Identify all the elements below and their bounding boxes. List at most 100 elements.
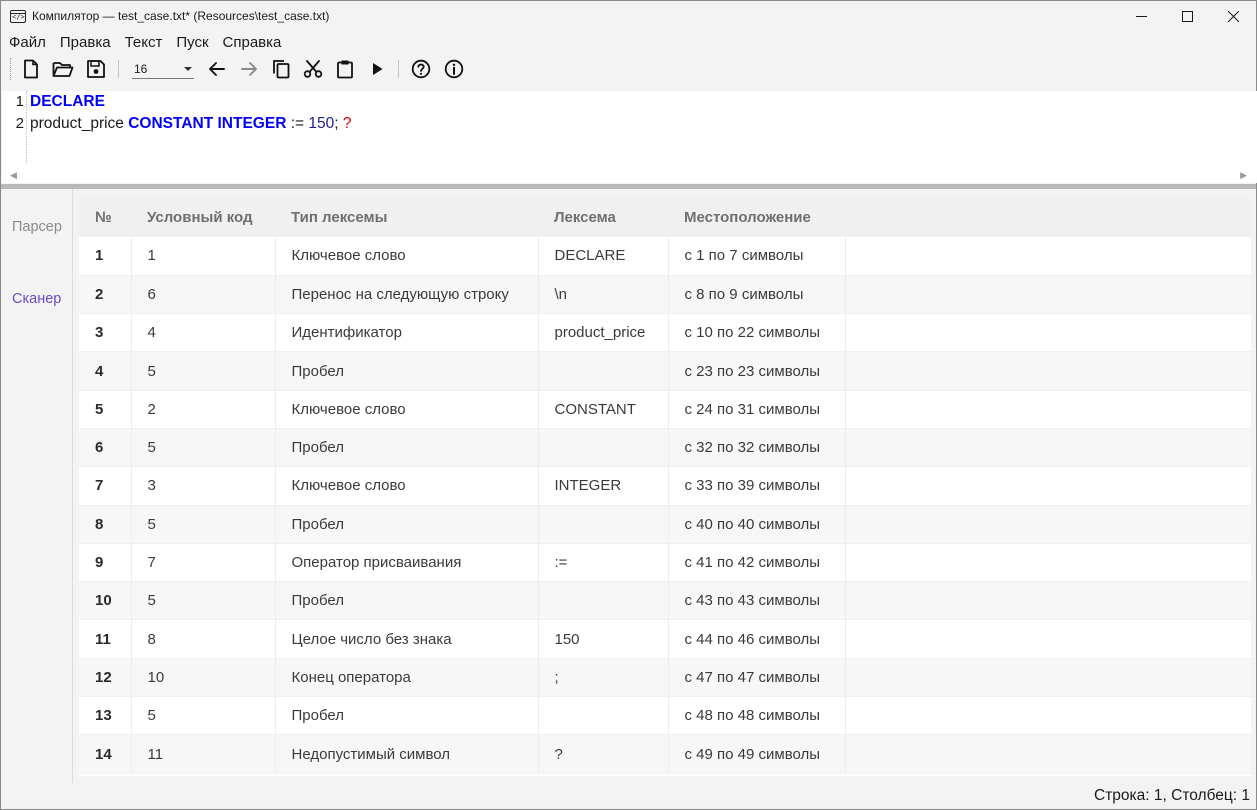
close-button[interactable] <box>1210 1 1256 31</box>
font-size-select[interactable]: 16 <box>132 59 194 79</box>
cell-number: 10 <box>79 581 132 621</box>
cell-code: 1 <box>131 237 276 276</box>
info-button[interactable] <box>442 57 466 81</box>
cell-filler <box>845 505 1251 544</box>
column-header-type[interactable]: Тип лексемы <box>275 198 538 237</box>
table-row[interactable]: 11 8 Целое число без знака 150 с 44 по 46 си… <box>79 619 1251 659</box>
tokens-table: № Условный код Тип лексемы Лексема Место… <box>79 198 1251 774</box>
table-row[interactable]: 2 6 Перенос на следующую строку \n с 8 по 9 … <box>79 275 1251 315</box>
cell-code: 2 <box>131 390 276 429</box>
cell-lexeme: INTEGER <box>538 466 669 506</box>
cell-type: Пробел <box>275 581 539 621</box>
scroll-left-icon[interactable]: ◀ <box>10 170 17 180</box>
cell-number: 4 <box>79 351 132 391</box>
cell-number: 6 <box>79 428 132 468</box>
title-bar: Компилятор — test_case.txt* (Resources\t… <box>1 1 1256 31</box>
cell-code: 6 <box>131 275 276 315</box>
toolbar-separator <box>398 60 399 78</box>
column-header-code[interactable]: Условный код <box>131 198 275 237</box>
save-button[interactable] <box>84 57 108 81</box>
cell-filler <box>845 619 1251 659</box>
keyword-token: CONSTANT INTEGER <box>128 115 287 132</box>
line-number: 1 <box>15 93 24 110</box>
table-row[interactable]: 3 4 Идентификатор product_price с 10 по 22 с… <box>79 313 1251 353</box>
cell-number: 3 <box>79 313 132 353</box>
close-icon <box>1227 10 1239 22</box>
cell-code: 5 <box>131 505 276 544</box>
line-number: 2 <box>15 115 24 132</box>
keyword-token: DECLARE <box>30 93 105 110</box>
table-row[interactable]: 12 10 Конец оператора; с 47 по 47 символы <box>79 658 1251 698</box>
cell-lexeme: DECLARE <box>538 237 669 276</box>
cell-location: с 47 по 47 символы <box>668 658 846 698</box>
cell-filler <box>845 581 1251 621</box>
column-header-location[interactable]: Местоположение <box>668 198 845 237</box>
cell-filler <box>845 734 1251 774</box>
cell-code: 5 <box>131 581 276 621</box>
menu-edit[interactable]: Правка <box>53 31 118 55</box>
cell-location: с 32 по 32 символы <box>668 428 846 468</box>
tab-scanner[interactable]: Сканер <box>12 291 61 307</box>
toolbar-grip[interactable] <box>10 58 12 80</box>
panel-splitter[interactable] <box>1 184 1256 189</box>
cell-location: с 49 по 49 символы <box>668 734 846 774</box>
menu-help[interactable]: Справка <box>216 31 289 55</box>
maximize-button[interactable] <box>1164 1 1210 31</box>
table-row[interactable]: 6 5 Пробел с 32 по 32 символы <box>79 428 1251 468</box>
code-editor[interactable]: 1 2 DECLARE product_price CONSTANT INTEG… <box>2 91 1257 183</box>
table-row[interactable]: 13 5 Пробел с 48 по 48 символы <box>79 696 1251 736</box>
save-icon <box>87 60 105 78</box>
table-row[interactable]: 9 7 Оператор присваивания:= с 41 по 42 симв… <box>79 543 1251 583</box>
window-title: Компилятор — test_case.txt* (Resources\t… <box>32 9 330 23</box>
table-row[interactable]: 4 5 Пробел с 23 по 23 символы <box>79 351 1251 391</box>
copy-button[interactable] <box>269 57 293 81</box>
help-button[interactable] <box>409 57 433 81</box>
menu-file[interactable]: Файл <box>2 31 53 55</box>
undo-button[interactable] <box>205 57 229 81</box>
cut-button[interactable] <box>301 57 325 81</box>
cell-lexeme: 150 <box>538 619 669 659</box>
table-row[interactable]: 1 1 Ключевое слово DECLARE с 1 по 7 символы <box>79 237 1251 276</box>
cell-filler <box>845 543 1251 583</box>
menu-run[interactable]: Пуск <box>169 31 215 55</box>
table-row[interactable]: 8 5 Пробел с 40 по 40 символы <box>79 505 1251 544</box>
number-token: 150 <box>308 115 335 132</box>
cell-type: Пробел <box>275 696 539 736</box>
table-row[interactable]: 14 11 Недопустимый символ? с 49 по 49 симво… <box>79 734 1251 774</box>
cell-filler <box>845 351 1251 391</box>
table-row[interactable]: 5 2 Ключевое слово CONSTANT с 24 по 31 симво… <box>79 390 1251 429</box>
line-number-gutter: 1 2 <box>2 91 27 163</box>
cell-code: 5 <box>131 696 276 736</box>
cell-type: Конец оператора <box>275 658 539 698</box>
redo-button[interactable] <box>237 57 261 81</box>
run-button[interactable] <box>365 57 389 81</box>
cell-type: Идентификатор <box>275 313 539 353</box>
cell-code: 5 <box>131 428 276 468</box>
cell-code: 8 <box>131 619 276 659</box>
table-row[interactable]: 10 5 Пробел с 43 по 43 символы <box>79 581 1251 621</box>
table-header-row: № Условный код Тип лексемы Лексема Место… <box>79 198 1251 237</box>
scroll-right-icon[interactable]: ▶ <box>1240 170 1247 180</box>
code-text[interactable]: DECLARE product_price CONSTANT INTEGER :… <box>30 91 352 135</box>
cell-location: с 40 по 40 символы <box>668 505 846 544</box>
horizontal-scrollbar[interactable]: ◀ ▶ <box>2 167 1257 181</box>
cell-code: 4 <box>131 313 276 353</box>
column-header-lexeme[interactable]: Лексема <box>538 198 668 237</box>
toolbar-separator <box>118 60 119 78</box>
open-file-button[interactable] <box>51 57 75 81</box>
cell-location: с 33 по 39 символы <box>668 466 846 506</box>
new-file-button[interactable] <box>19 57 43 81</box>
tab-parser[interactable]: Парсер <box>12 219 62 235</box>
operator-token: := <box>286 115 309 132</box>
invalid-token: ? <box>342 115 352 132</box>
cell-location: с 10 по 22 символы <box>668 313 846 353</box>
cell-number: 7 <box>79 466 132 506</box>
minimize-button[interactable] <box>1118 1 1164 31</box>
menu-text[interactable]: Текст <box>118 31 170 55</box>
cell-filler <box>845 428 1251 468</box>
paste-button[interactable] <box>333 57 357 81</box>
cell-number: 8 <box>79 505 132 544</box>
table-row[interactable]: 7 3 Ключевое слово INTEGER с 33 по 39 символ… <box>79 466 1251 506</box>
column-header-number[interactable]: № <box>79 198 131 237</box>
semicolon-token: ; <box>334 115 343 132</box>
